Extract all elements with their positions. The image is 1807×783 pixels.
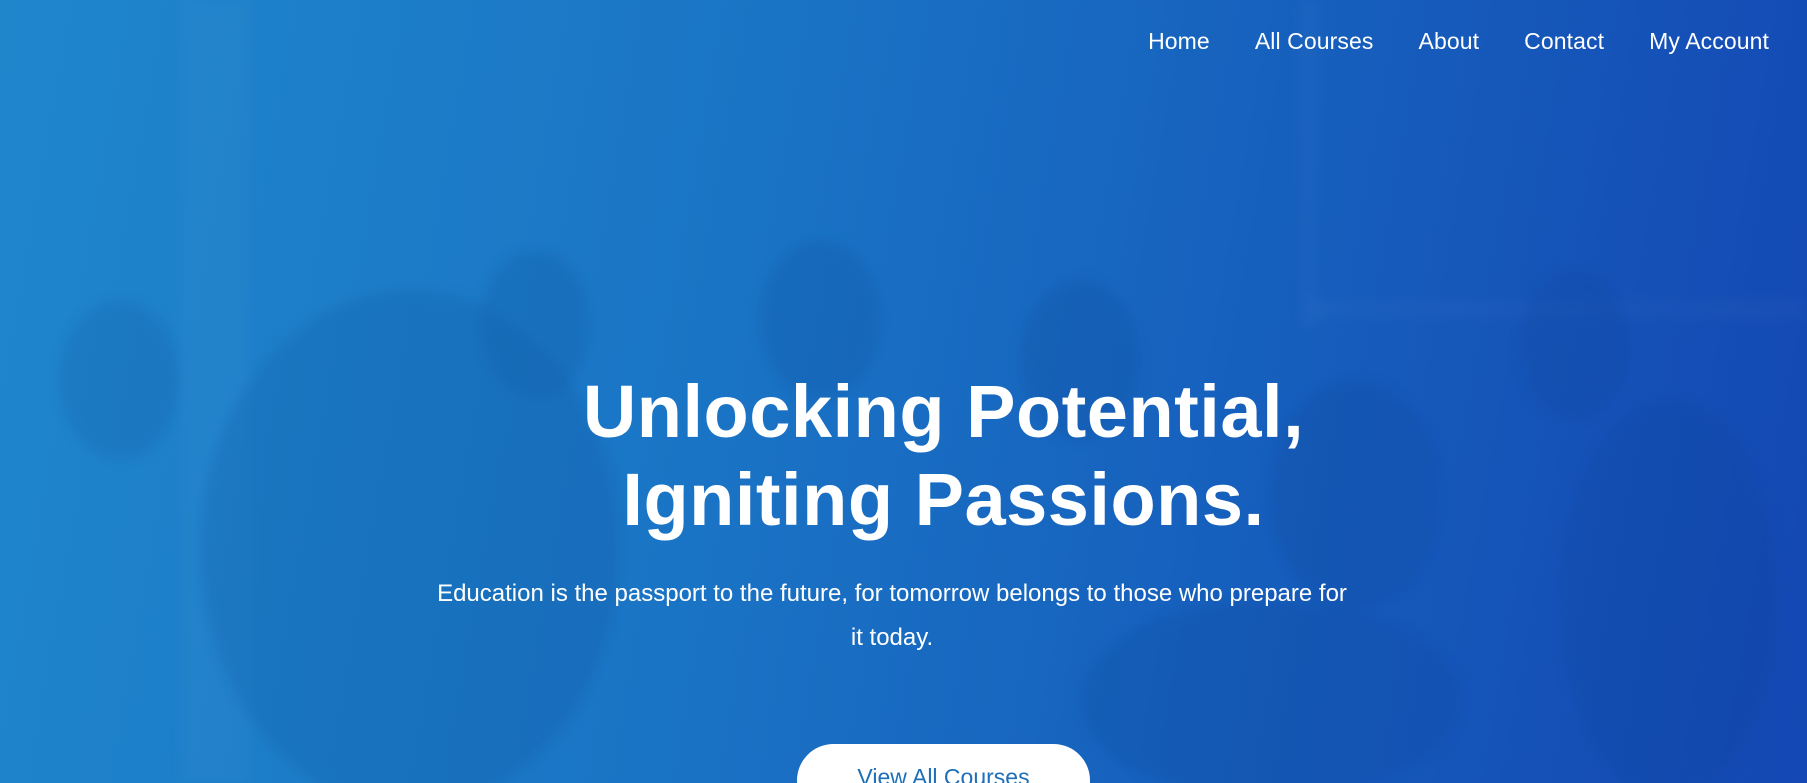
hero-content: Unlocking Potential, Igniting Passions. … <box>0 368 1807 783</box>
hero-title: Unlocking Potential, Igniting Passions. <box>80 368 1807 544</box>
hero-title-line-2: Igniting Passions. <box>622 458 1265 541</box>
nav-about[interactable]: About <box>1419 28 1480 55</box>
nav-all-courses[interactable]: All Courses <box>1255 28 1374 55</box>
view-all-courses-button[interactable]: View All Courses <box>797 744 1090 783</box>
hero-subtitle: Education is the passport to the future,… <box>392 572 1392 660</box>
nav-home[interactable]: Home <box>1148 28 1210 55</box>
hero-subtitle-line-2: it today. <box>850 624 934 651</box>
hero-title-line-1: Unlocking Potential, <box>582 370 1305 453</box>
hero-section: Home All Courses About Contact My Accoun… <box>0 0 1807 783</box>
main-nav: Home All Courses About Contact My Accoun… <box>1148 28 1769 55</box>
nav-contact[interactable]: Contact <box>1524 28 1604 55</box>
hero-subtitle-line-1: Education is the passport to the future,… <box>437 580 1347 607</box>
nav-my-account[interactable]: My Account <box>1649 28 1769 55</box>
